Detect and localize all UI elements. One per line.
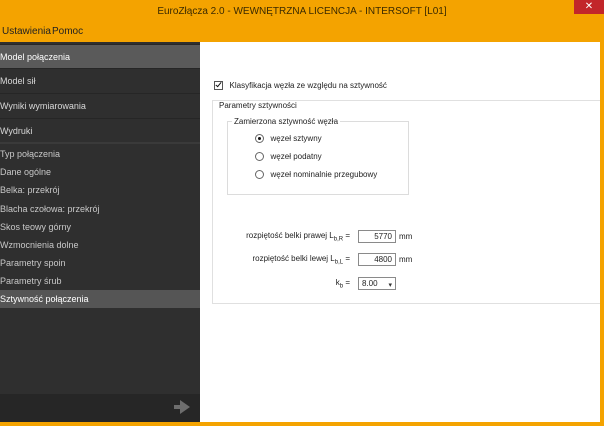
radio-dot: [258, 137, 261, 141]
window-frame-right: [600, 42, 604, 426]
stiffness-params-legend: Parametry sztywności: [218, 101, 298, 110]
span-right-input[interactable]: 5770: [358, 230, 396, 243]
radio-label: węzeł podatny: [270, 152, 322, 162]
radio-wezel-przegubowy[interactable]: węzeł nominalnie przegubowy: [255, 169, 378, 180]
kb-select[interactable]: 8.00 ▾: [358, 277, 396, 290]
sidebar-subitem-parametry-srub[interactable]: Parametry śrub: [0, 272, 200, 290]
window-title: EuroZłącza 2.0 - WEWNĘTRZNA LICENCJA - I…: [157, 6, 447, 17]
sidebar-item-model-sil[interactable]: Model sił: [0, 68, 200, 92]
radio-wezel-podatny[interactable]: węzeł podatny: [255, 151, 322, 162]
sidebar-subitem-wzmocnienia-dolne[interactable]: Wzmocnienia dolne: [0, 236, 200, 254]
window-frame-bottom: [0, 422, 604, 426]
span-left-label: rozpiętość belki lewej Lb,L =: [252, 254, 350, 266]
radio-label: węzeł nominalnie przegubowy: [270, 170, 378, 180]
sidebar-separator: [0, 142, 200, 144]
check-icon: [215, 80, 222, 88]
radio-label: węzeł sztywny: [270, 134, 322, 144]
radio-wezel-sztywny[interactable]: węzeł sztywny: [255, 133, 322, 144]
sidebar-item-wyniki[interactable]: Wyniki wymiarowania: [0, 93, 200, 117]
classification-checkbox[interactable]: [214, 80, 223, 91]
span-left-input[interactable]: 4800: [358, 253, 396, 266]
sidebar-subitem-belka-przekroj[interactable]: Belka: przekrój: [0, 181, 200, 199]
close-button[interactable]: ✕: [574, 0, 604, 14]
sidebar-subitem-typ-polaczenia[interactable]: Typ połączenia: [0, 145, 200, 163]
radio-button[interactable]: [255, 152, 264, 162]
menu-help[interactable]: Pomoc: [52, 26, 83, 37]
sidebar-footer: [0, 394, 200, 422]
radio-button[interactable]: [255, 170, 264, 180]
sidebar-subitem-dane-ogolne[interactable]: Dane ogólne: [0, 163, 200, 181]
arrow-right-icon[interactable]: [174, 400, 190, 414]
radio-button-selected[interactable]: [255, 134, 264, 144]
menu-bar: Ustawienia Pomoc: [0, 22, 604, 42]
sidebar-item-model-polaczenia[interactable]: Model połączenia: [0, 44, 200, 68]
title-bar: EuroZłącza 2.0 - WEWNĘTRZNA LICENCJA - I…: [0, 0, 604, 22]
sidebar-subitem-parametry-spoin[interactable]: Parametry spoin: [0, 254, 200, 272]
sidebar: Model połączenia Model sił Wyniki wymiar…: [0, 42, 200, 422]
assumed-stiffness-legend: Zamierzona sztywność węzła: [232, 117, 341, 126]
classification-checkbox-row[interactable]: Klasyfikacja węzła ze względu na sztywno…: [214, 80, 387, 91]
menu-settings[interactable]: Ustawienia: [2, 26, 51, 37]
kb-label: kb =: [335, 278, 350, 290]
chevron-down-icon: ▾: [388, 282, 392, 289]
sidebar-subitem-skos-teowy[interactable]: Skos teowy górny: [0, 218, 200, 236]
sidebar-item-wydruki[interactable]: Wydruki: [0, 118, 200, 142]
main-panel: Klasyfikacja węzła ze względu na sztywno…: [200, 42, 600, 422]
span-right-label: rozpiętość belki prawej Lb,R =: [246, 231, 350, 243]
span-right-unit: mm: [399, 232, 413, 241]
span-left-unit: mm: [399, 255, 413, 264]
sidebar-subitem-blacha-czolowa[interactable]: Blacha czołowa: przekrój: [0, 200, 200, 218]
classification-checkbox-label: Klasyfikacja węzła ze względu na sztywno…: [229, 81, 387, 91]
sidebar-subitem-sztywnosc[interactable]: Sztywność połączenia: [0, 290, 200, 308]
